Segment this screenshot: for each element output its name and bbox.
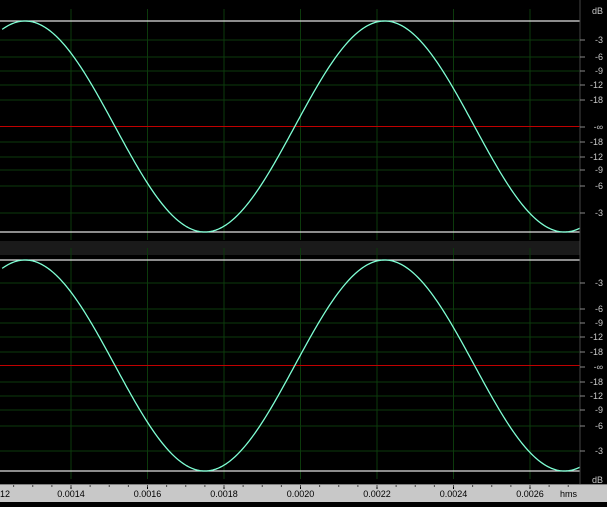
waveform-canvas[interactable]: dB dB -3 -6 -9 -12 -18 -∞ -18 -12 -9 -6 -3 -3 -6 -9 -1…: [0, 0, 607, 502]
db-tick-label: -∞: [594, 362, 603, 372]
db-tick-label: -12: [590, 152, 603, 162]
time-ruler-partial-label: 12: [0, 489, 10, 499]
db-tick-label: -18: [590, 377, 603, 387]
time-tick-label: 0.0022: [363, 489, 391, 499]
db-tick-label: -18: [590, 137, 603, 147]
db-tick-label: -9: [595, 66, 603, 76]
db-tick-label: -3: [595, 278, 603, 288]
time-tick-label: 0.0026: [516, 489, 544, 499]
db-tick-label: -3: [595, 35, 603, 45]
db-tick-label: -12: [590, 332, 603, 342]
db-tick-label: -6: [595, 52, 603, 62]
db-tick-label: -3: [595, 208, 603, 218]
time-tick-label: 0.0024: [440, 489, 468, 499]
db-unit-label-top: dB: [592, 6, 603, 16]
db-tick-label: -9: [595, 405, 603, 415]
db-tick-label: -12: [590, 80, 603, 90]
db-tick-label: -∞: [594, 122, 603, 132]
time-tick-label: 0.0020: [287, 489, 315, 499]
time-tick-label: 0.0014: [57, 489, 85, 499]
db-tick-label: -9: [595, 318, 603, 328]
db-tick-label: -9: [595, 165, 603, 175]
db-tick-label: -18: [590, 347, 603, 357]
time-tick-label: 0.0018: [210, 489, 238, 499]
waveform-editor[interactable]: dB dB -3 -6 -9 -12 -18 -∞ -18 -12 -9 -6 -3 -3 -6 -9 -1…: [0, 0, 607, 502]
db-tick-label: -6: [595, 181, 603, 191]
db-tick-label: -6: [595, 421, 603, 431]
db-tick-label: -6: [595, 304, 603, 314]
db-tick-label: -3: [595, 446, 603, 456]
db-tick-label: -12: [590, 391, 603, 401]
time-tick-label: 0.0016: [134, 489, 162, 499]
db-unit-label-bottom: dB: [592, 475, 603, 485]
db-tick-label: -18: [590, 95, 603, 105]
channel-divider: [0, 241, 580, 255]
time-unit-label: hms: [560, 489, 578, 499]
